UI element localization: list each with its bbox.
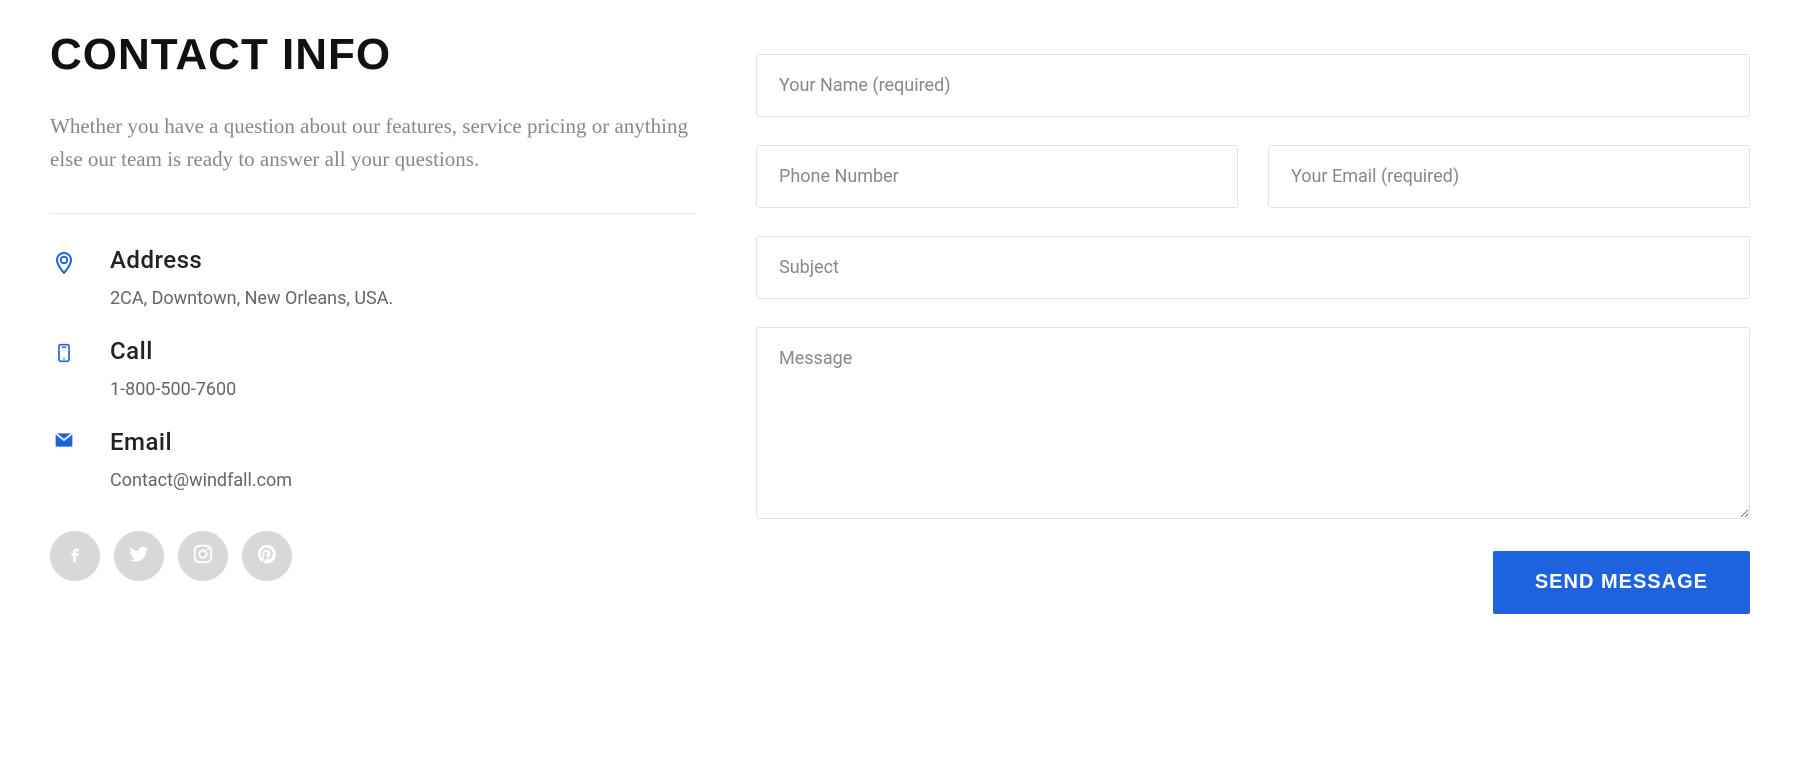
name-input[interactable] [756, 54, 1750, 117]
instagram-icon [192, 543, 214, 569]
subject-input[interactable] [756, 236, 1750, 299]
twitter-icon [128, 543, 150, 569]
call-title: Call [110, 337, 696, 365]
email-input[interactable] [1268, 145, 1750, 208]
email-title: Email [110, 428, 696, 456]
pinterest-link[interactable] [242, 531, 292, 581]
facebook-link[interactable] [50, 531, 100, 581]
contact-info-column: CONTACT INFO Whether you have a question… [50, 30, 696, 614]
send-message-button[interactable]: SEND MESSAGE [1493, 551, 1750, 614]
phone-input[interactable] [756, 145, 1238, 208]
email-item: Email Contact@windfall.com [50, 428, 696, 491]
contact-form: SEND MESSAGE [756, 30, 1750, 614]
address-item: Address 2CA, Downtown, New Orleans, USA. [50, 246, 696, 309]
location-pin-icon [50, 246, 78, 278]
address-body: Address 2CA, Downtown, New Orleans, USA. [110, 246, 696, 309]
message-textarea[interactable] [756, 327, 1750, 519]
contact-intro: Whether you have a question about our fe… [50, 110, 696, 175]
divider [50, 213, 696, 214]
call-value: 1-800-500-7600 [110, 379, 696, 400]
call-item: Call 1-800-500-7600 [50, 337, 696, 400]
contact-heading: CONTACT INFO [50, 30, 696, 80]
envelope-icon [50, 428, 78, 450]
contact-section: CONTACT INFO Whether you have a question… [50, 30, 1750, 614]
call-body: Call 1-800-500-7600 [110, 337, 696, 400]
social-links [50, 531, 696, 581]
address-title: Address [110, 246, 696, 274]
mobile-phone-icon [50, 337, 78, 367]
address-value: 2CA, Downtown, New Orleans, USA. [110, 288, 696, 309]
pinterest-icon [256, 543, 278, 569]
email-value: Contact@windfall.com [110, 470, 696, 491]
email-body: Email Contact@windfall.com [110, 428, 696, 491]
twitter-link[interactable] [114, 531, 164, 581]
facebook-icon [64, 543, 86, 569]
instagram-link[interactable] [178, 531, 228, 581]
